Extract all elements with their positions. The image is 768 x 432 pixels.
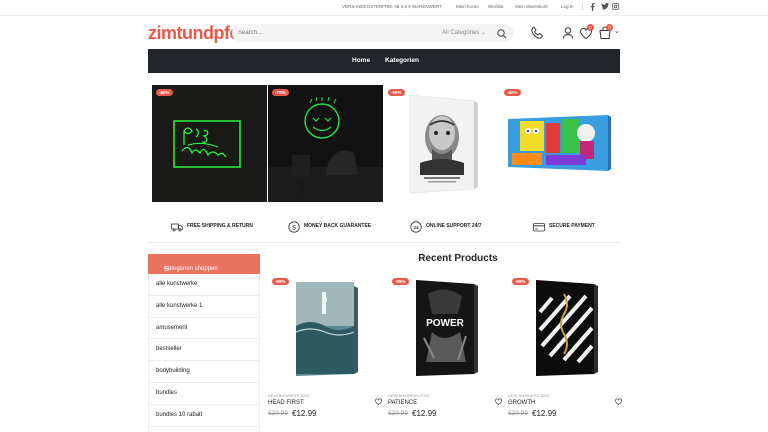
category-menu-title: Kategorien shoppen — [164, 266, 218, 272]
search-icon[interactable] — [496, 27, 508, 39]
facebook-icon[interactable] — [590, 3, 595, 13]
feature-label: FREE SHIPPING & RETURN — [187, 223, 253, 229]
pop-art-canvas-image — [500, 85, 615, 202]
product-category[interactable]: DEIN BUSINESS 2023 — [388, 393, 429, 398]
banner-sale-tag: -60% — [156, 89, 173, 96]
feature-label: MONEY BACK GUARANTEE — [304, 223, 372, 229]
category-item[interactable]: bestseller — [148, 339, 260, 362]
product-card: H -58% DEIN BUSINESS 2023 HEAD FIRST €29… — [268, 272, 386, 422]
svg-text:$: $ — [292, 224, 296, 231]
add-to-wishlist-icon[interactable] — [614, 393, 623, 406]
category-list: alle kunstwerke alle kunstwerke 1 amusem… — [148, 274, 260, 427]
svg-text:24: 24 — [413, 225, 419, 230]
banner-be-positive[interactable]: -60% — [152, 85, 267, 202]
product-price: €12.99 — [532, 409, 557, 418]
product-sale-tag: -58% — [392, 278, 409, 285]
wishlist-count-badge: 0 — [587, 24, 594, 31]
category-item[interactable]: bundles — [148, 383, 260, 405]
main-nav: Home Kategorien — [148, 49, 620, 73]
user-icon[interactable] — [560, 25, 576, 41]
search-bar: All Categories ⌄ — [232, 24, 514, 42]
dollar-icon: $ — [288, 220, 300, 233]
category-item[interactable]: bodybuilding — [148, 361, 260, 383]
feature-label: ONLINE SUPPORT 24/7 — [426, 223, 482, 229]
portrait-canvas-image — [384, 85, 499, 202]
search-input[interactable] — [238, 27, 428, 39]
category-select-label: All Categories — [442, 30, 480, 36]
category-item-label: amusement — [156, 324, 188, 331]
phone-icon[interactable] — [529, 25, 545, 41]
feature-label: SECURE PAYMENT — [549, 223, 595, 229]
add-to-wishlist-icon[interactable] — [494, 393, 503, 406]
login-link[interactable]: Log In — [561, 4, 574, 9]
neon-face-image — [268, 85, 383, 202]
my-account-link[interactable]: Mein Konto — [456, 4, 479, 9]
category-item-label: bundles 10 rabatt — [156, 411, 203, 418]
shipping-notice: VERSANDKOSTENFREI AB 5,9 € WARENWERT — [342, 4, 442, 9]
product-sale-tag: -58% — [272, 278, 289, 285]
instagram-icon[interactable] — [612, 3, 619, 12]
category-item-label: alle kunstwerke — [156, 281, 198, 287]
banner-sale-tag: -70% — [272, 89, 289, 96]
category-item-label: bundles — [156, 389, 178, 396]
product-image[interactable]: POWER — [388, 272, 506, 384]
svg-text:POWER: POWER — [426, 318, 465, 329]
product-sale-tag: -58% — [512, 278, 529, 285]
recent-products-title: Recent Products — [418, 253, 498, 264]
banner-sale-tag: -58% — [388, 89, 405, 96]
product-name[interactable]: GROWTH — [508, 400, 535, 406]
section-divider — [148, 242, 620, 243]
category-item[interactable]: bundles 10 rabatt — [148, 405, 260, 427]
product-card: POWER -58% DEIN BUSINESS 2023 PATIENCE €… — [388, 272, 506, 422]
banner-neon-face[interactable]: -70% — [268, 85, 383, 202]
credit-card-icon — [533, 220, 545, 232]
my-cart-link[interactable]: Mein Warenkorb — [515, 4, 548, 9]
cart-count-badge: 0 — [606, 24, 613, 31]
wishlist-link[interactable]: Wishlist — [488, 4, 504, 9]
neon-sign-image — [152, 85, 267, 202]
product-old-price: €29.99 — [508, 410, 528, 417]
category-item-label: bodybuilding — [156, 368, 190, 375]
support-24-icon: 24 — [410, 220, 422, 233]
banner-sale-tag: -60% — [504, 89, 521, 96]
svg-text:H: H — [323, 298, 327, 304]
product-category[interactable]: DEIN BUSINESS 2023 — [508, 393, 549, 398]
product-category[interactable]: DEIN BUSINESS 2023 — [268, 393, 309, 398]
banner-pop-art[interactable]: -60% — [500, 85, 615, 202]
cart-chevron-icon[interactable]: ⌄ — [614, 27, 620, 35]
site-logo[interactable]: zimtundpfef — [148, 23, 245, 44]
category-item[interactable]: alle kunstwerke — [148, 274, 260, 296]
category-item-label: alle kunstwerke 1 — [156, 302, 203, 309]
category-select[interactable]: All Categories ⌄ — [442, 29, 486, 36]
product-old-price: €29.99 — [268, 410, 288, 417]
product-card: -58% DEIN BUSINESS 2023 GROWTH €29.99 €1… — [508, 272, 626, 422]
twitter-icon[interactable] — [601, 3, 609, 12]
banner-portrait[interactable]: -58% — [384, 85, 499, 202]
product-price: €12.99 — [292, 409, 317, 418]
truck-icon — [171, 220, 183, 232]
category-item[interactable]: amusement — [148, 318, 260, 340]
nav-kategorien[interactable]: Kategorien — [385, 57, 419, 64]
nav-home[interactable]: Home — [352, 57, 370, 64]
product-image[interactable] — [508, 272, 626, 384]
product-old-price: €29.99 — [388, 410, 408, 417]
product-price: €12.99 — [412, 409, 437, 418]
top-bar: VERSANDKOSTENFREI AB 5,9 € WARENWERT Mei… — [0, 0, 768, 16]
category-item-label: bestseller — [156, 346, 182, 353]
product-name[interactable]: PATIENCE — [388, 400, 417, 406]
add-to-wishlist-icon[interactable] — [374, 393, 383, 406]
category-menu-header[interactable]: ☰ Kategorien shoppen — [148, 254, 260, 274]
category-item[interactable]: alle kunstwerke 1 — [148, 296, 260, 318]
topbar-divider — [582, 3, 583, 11]
product-name[interactable]: HEAD FIRST — [268, 400, 304, 406]
chevron-down-icon: ⌄ — [481, 30, 487, 36]
product-image[interactable]: H — [268, 272, 386, 384]
